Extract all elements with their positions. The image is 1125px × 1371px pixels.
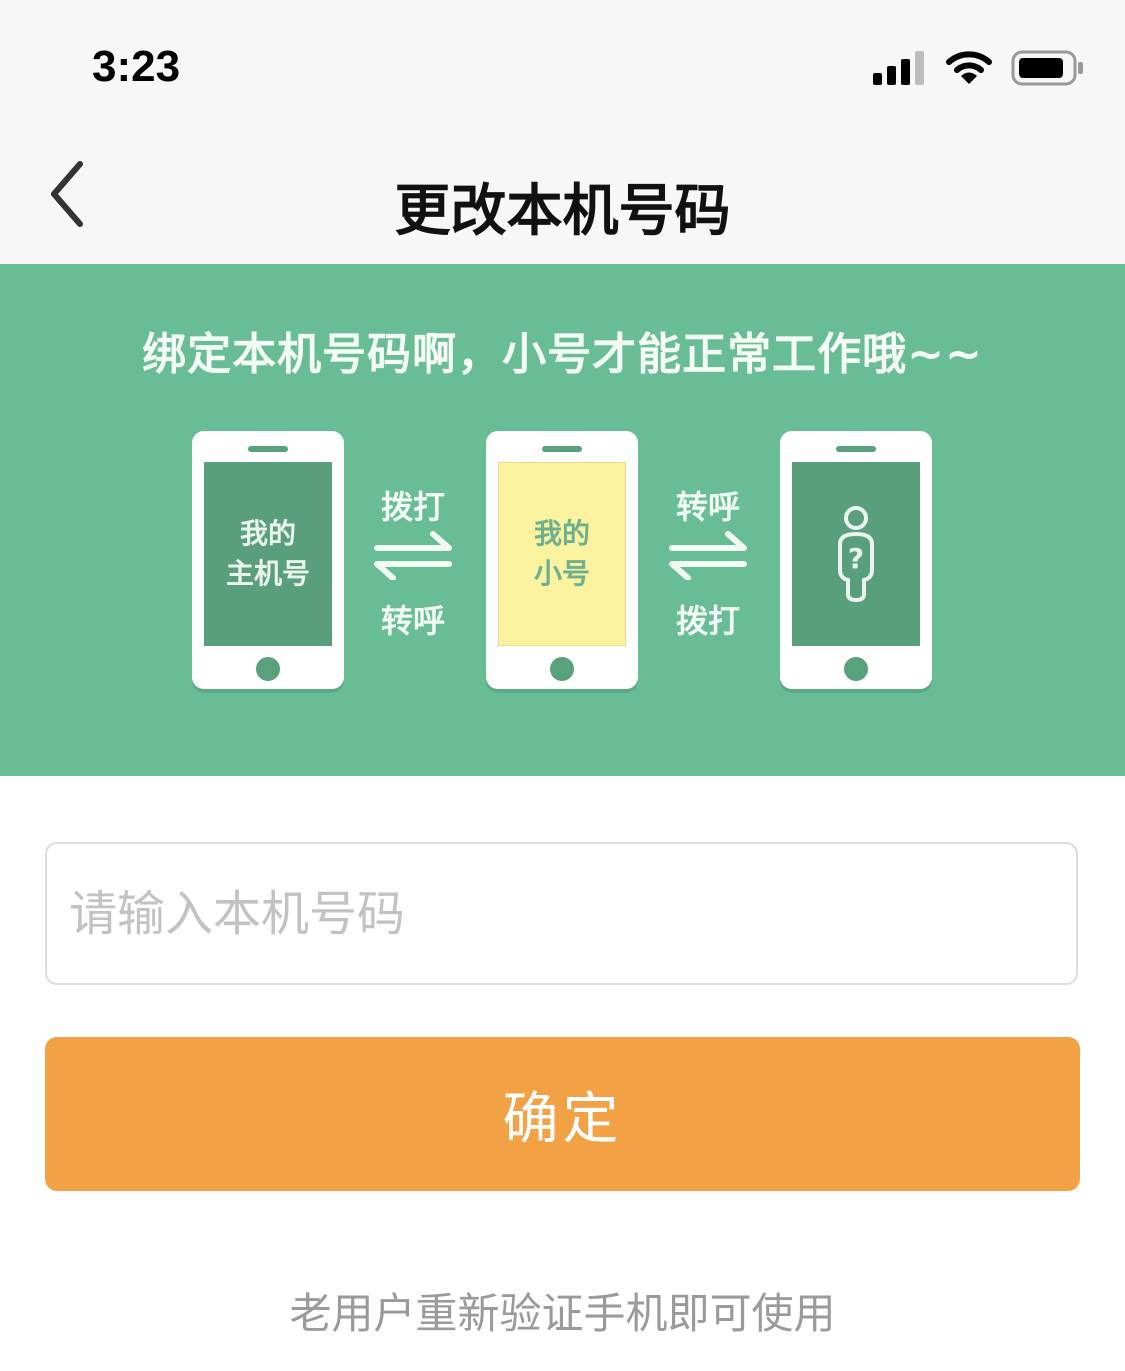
arrow-bottom-label: 转呼	[380, 602, 445, 640]
phone-home-button	[256, 657, 280, 681]
phone-number-input[interactable]	[45, 842, 1078, 985]
phone-screen: 我的 小号	[498, 462, 626, 646]
phone-screen: 我的 主机号	[204, 462, 332, 646]
banner-headline: 绑定本机号码啊，小号才能正常工作哦~~	[142, 329, 983, 380]
caller-phone-illustration: ?	[780, 431, 932, 689]
sub-number-phone-illustration: 我的 小号	[486, 431, 638, 689]
navigation-bar: 更改本机号码	[0, 130, 1125, 264]
reverify-phone-link[interactable]: 老用户重新验证手机即可使用	[0, 1280, 1125, 1341]
arrow-bottom-label: 拨打	[675, 602, 740, 640]
unknown-person-icon: ?	[838, 506, 874, 603]
arrow-top-label: 转呼	[675, 488, 740, 526]
page-title: 更改本机号码	[394, 179, 731, 244]
phone-label-line1: 我的	[533, 517, 590, 550]
phone-home-button	[550, 657, 574, 681]
phone-speaker	[542, 446, 582, 452]
confirm-button[interactable]: 确定	[45, 1037, 1080, 1191]
phone-home-button	[844, 657, 868, 681]
swap-arrows-icon	[374, 531, 452, 580]
phone-speaker	[836, 446, 876, 452]
swap-arrows-icon	[669, 531, 747, 580]
call-forward-arrows: 拨打 转呼	[368, 482, 458, 640]
status-bar: 3:23	[0, 0, 1125, 130]
phone-screen: ?	[792, 462, 920, 646]
status-icons	[873, 50, 1085, 86]
info-banner: 绑定本机号码啊，小号才能正常工作哦~~ 我的 主机号 拨打 转呼 我的 小号 转…	[0, 264, 1125, 776]
wifi-icon	[946, 51, 992, 84]
phone-label-line1: 我的	[239, 517, 296, 550]
phone-label-line2: 小号	[533, 557, 590, 590]
question-mark: ?	[848, 542, 864, 575]
main-phone-illustration: 我的 主机号	[192, 431, 344, 689]
phone-label-line2: 主机号	[225, 557, 310, 590]
battery-icon	[1011, 50, 1083, 86]
arrow-top-label: 拨打	[380, 488, 445, 526]
phone-speaker	[248, 446, 288, 452]
cellular-signal-icon	[873, 51, 924, 85]
call-forward-arrows: 转呼 拨打	[663, 482, 753, 640]
status-time: 3:23	[92, 42, 181, 91]
